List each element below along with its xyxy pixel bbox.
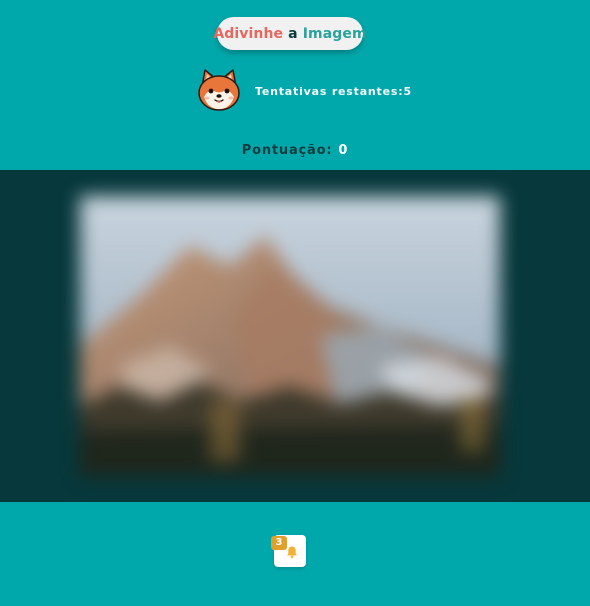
hint-count-badge: 3	[271, 536, 287, 550]
score-value: 0	[338, 143, 349, 158]
game-title: Adivinhe a Imagem	[213, 17, 367, 50]
bell-icon	[287, 546, 297, 559]
title-word-the: a	[288, 25, 298, 42]
remaining-tries-value: 5	[403, 85, 412, 98]
remaining-tries: Tentativas restantes:5	[255, 85, 412, 98]
title-word-guess: Adivinhe	[213, 25, 284, 42]
image-stage	[0, 170, 590, 502]
title-word-image: Imagem	[302, 25, 367, 42]
score: Pontuação: 0	[0, 143, 590, 158]
score-label: Pontuação:	[241, 143, 333, 158]
shiba-dog-icon	[198, 69, 240, 111]
blurred-photo	[80, 196, 500, 476]
remaining-tries-label: Tentativas restantes:	[255, 85, 404, 98]
